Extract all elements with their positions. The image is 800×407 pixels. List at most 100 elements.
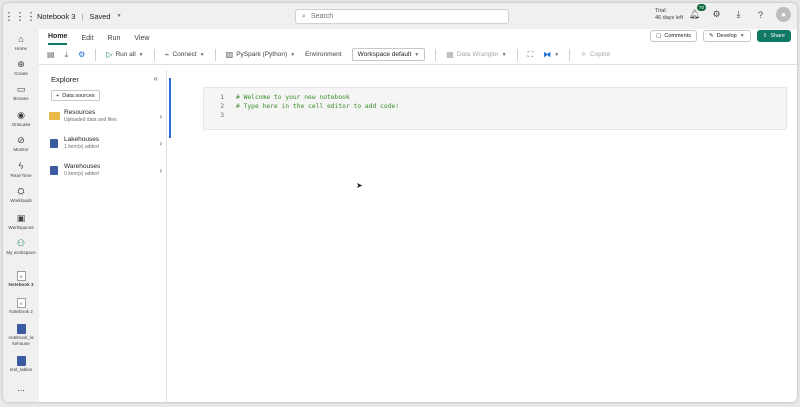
trial-status[interactable]: Trial: 46 days left: [655, 8, 683, 22]
bell-icon[interactable]: 🔔︎ 70: [688, 4, 706, 21]
environment-button[interactable]: Environment: [305, 51, 342, 58]
warehouse-icon: [48, 164, 60, 175]
help-icon[interactable]: ?: [754, 8, 767, 21]
rail-item-notebook-lakehouse[interactable]: notebook_la kehouse: [3, 324, 39, 346]
rail-item-create[interactable]: ⊕ Create: [3, 59, 39, 77]
save-status: Saved: [89, 11, 111, 21]
develop-button[interactable]: ✎ Develop ▼: [702, 30, 751, 42]
tab-edit[interactable]: Edit: [81, 35, 93, 45]
notebook-icon: ≋: [16, 271, 26, 281]
language-label: PySpark (Python): [236, 51, 288, 58]
code-text[interactable]: # Type here in the cell editor to add co…: [236, 103, 399, 111]
explorer-item-sub: 1 item(s) added: [64, 144, 99, 150]
rail-more-button[interactable]: ...: [3, 383, 39, 394]
notebook-canvas: 1 # Welcome to your new notebook 2 # Typ…: [167, 70, 797, 402]
my-workspace-icon: ⚇: [16, 238, 26, 248]
home-icon: ⌂: [18, 34, 24, 44]
chevron-down-icon[interactable]: ▼: [117, 13, 122, 19]
rail-item-label: Notebook 3: [8, 282, 34, 287]
copilot-button[interactable]: ✧ Copilot: [580, 50, 610, 59]
notebook-title[interactable]: Notebook 3: [37, 12, 75, 21]
trial-days-left: 46 days left: [655, 15, 684, 21]
rail-item-monitor[interactable]: ⊘ Monitor: [3, 135, 39, 153]
plus-circle-icon: ⊕: [17, 59, 25, 69]
chevron-down-icon: ▼: [414, 51, 420, 58]
code-text[interactable]: # Welcome to your new notebook: [236, 94, 350, 102]
lakehouse-icon: [48, 137, 60, 148]
chevron-down-icon: ▼: [501, 51, 507, 58]
chevron-right-icon[interactable]: ›: [159, 139, 162, 148]
rail-item-label: test_tables: [9, 367, 33, 372]
rail-item-workspaces[interactable]: ▣ Workspaces: [3, 213, 39, 231]
save-button[interactable]: ▤: [47, 50, 55, 59]
tab-home[interactable]: Home: [48, 33, 68, 45]
chevron-right-icon[interactable]: ›: [159, 112, 162, 121]
rail-item-test-tables[interactable]: test_tables: [3, 356, 39, 373]
rail-item-notebook-2[interactable]: ≋ Notebook 2: [3, 298, 39, 315]
left-nav-rail: ⌂ Home ⊕ Create ▭ Browse ◉ OneLake ⊘ Mon…: [3, 29, 39, 402]
tab-view[interactable]: View: [134, 35, 149, 45]
rail-item-real-time[interactable]: ϟ Real-Time: [3, 161, 39, 179]
explorer-item-name: Resources: [64, 109, 96, 116]
workloads-icon: ⛭: [17, 186, 25, 196]
app-launcher-icon[interactable]: ⋮⋮⋮: [3, 10, 37, 23]
environment-label: Environment: [305, 51, 342, 58]
collapse-icon[interactable]: «: [154, 74, 158, 83]
download-button[interactable]: ⤓: [65, 50, 69, 60]
rail-item-onelake[interactable]: ◉ OneLake: [3, 110, 39, 128]
toolbar-divider: [95, 48, 97, 61]
avatar[interactable]: ●: [776, 7, 791, 22]
rail-item-workloads[interactable]: ⛭ Workloads: [3, 186, 39, 204]
explorer-item-resources[interactable]: Resources Uploaded data and files ›: [48, 109, 162, 131]
code-line[interactable]: 3: [204, 112, 236, 120]
chevron-right-icon[interactable]: ›: [159, 166, 162, 175]
folder-icon: ▭: [16, 84, 26, 94]
toolbar-divider: [435, 48, 437, 61]
code-line[interactable]: 1 # Welcome to your new notebook: [204, 94, 350, 102]
rail-item-label: Real-Time: [10, 173, 32, 178]
add-data-sources-button[interactable]: + Data sources: [51, 90, 100, 101]
comments-button[interactable]: ▢ Comments: [650, 30, 697, 42]
explorer-item-name: Warehouses: [64, 163, 101, 170]
toolbar-divider: [516, 48, 518, 61]
connect-button[interactable]: ⌁ Connect ▼: [165, 50, 205, 59]
rail-item-notebook-3[interactable]: ≋ Notebook 3: [3, 271, 39, 288]
download-icon[interactable]: ⤓: [732, 8, 745, 21]
explorer-item-warehouses[interactable]: Warehouses 0 item(s) added ›: [48, 163, 162, 185]
rail-item-browse[interactable]: ▭ Browse: [3, 84, 39, 102]
rail-item-label: Monitor: [13, 147, 29, 152]
code-line[interactable]: 2 # Type here in the cell editor to add …: [204, 103, 399, 111]
app-window: ⋮⋮⋮ Notebook 3 | Saved ▼ ⌕ Search Trial:…: [3, 3, 797, 402]
explorer-item-lakehouses[interactable]: Lakehouses 1 item(s) added ›: [48, 136, 162, 158]
share-icon: ⇪: [762, 33, 768, 39]
vscode-button[interactable]: ⧓ ▼: [543, 50, 559, 59]
trial-label: Trial:: [655, 8, 668, 14]
run-all-button[interactable]: ▷ Run all ▼: [106, 50, 143, 59]
lightning-icon: ϟ: [18, 161, 24, 171]
plus-icon: +: [56, 92, 60, 99]
language-selector[interactable]: ▧ PySpark (Python) ▼: [226, 50, 295, 59]
search-input[interactable]: ⌕ Search: [295, 9, 509, 24]
vscode-icon: ⧓: [543, 50, 552, 59]
toolbar-divider: [153, 48, 155, 61]
download-icon: ⤓: [64, 49, 69, 59]
rail-item-label: Home: [14, 46, 28, 51]
code-cell[interactable]: 1 # Welcome to your new notebook 2 # Typ…: [203, 87, 787, 130]
share-button[interactable]: ⇪ Share: [756, 30, 791, 42]
rail-item-home[interactable]: ⌂ Home: [3, 34, 39, 52]
workspace-selector[interactable]: Workspace default ▼: [351, 48, 426, 61]
explorer-pane: Explorer « + Data sources Resources Uplo…: [43, 70, 167, 402]
rail-item-label: notebook_la kehouse: [8, 335, 34, 346]
full-screen-button[interactable]: ⛶: [528, 50, 534, 60]
tab-run[interactable]: Run: [108, 35, 121, 45]
notebook-title-area[interactable]: Notebook 3 | Saved ▼: [37, 12, 122, 21]
rail-item-my-workspace[interactable]: ⚇ My workspace: [3, 238, 39, 256]
gear-icon: ⚙︎: [78, 50, 86, 59]
data-wrangler-button[interactable]: ▦ Data Wrangler ▼: [446, 50, 506, 59]
settings-button[interactable]: ⚙︎: [78, 50, 85, 59]
develop-label: Develop: [716, 33, 737, 39]
gear-icon[interactable]: ⚙︎: [710, 8, 723, 21]
line-number: 1: [220, 94, 224, 101]
copilot-icon: ✧: [580, 50, 587, 59]
title-separator: |: [81, 11, 84, 21]
